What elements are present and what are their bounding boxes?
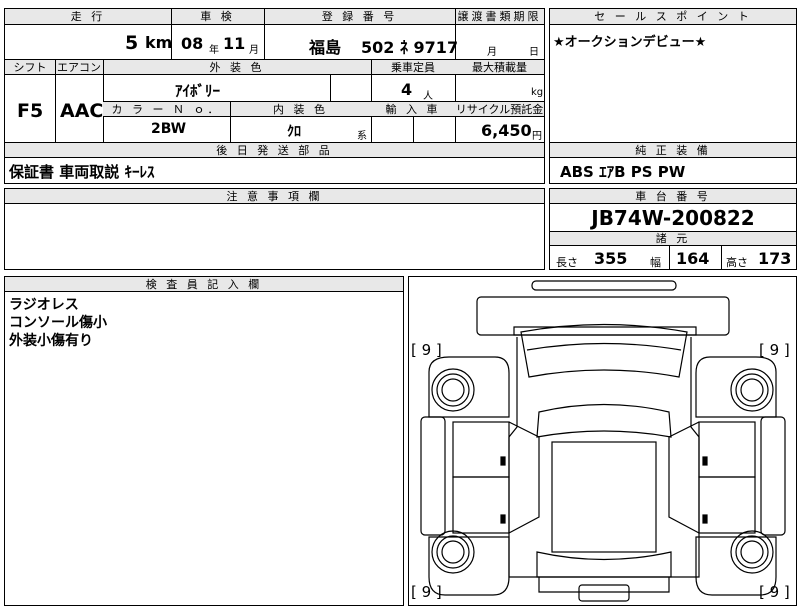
body-outline [508, 337, 700, 578]
left-rear-door [452, 476, 510, 534]
recycle-unit: 円 [532, 131, 542, 142]
chassis-number: JB74W-200822 [591, 206, 755, 230]
car-diagram [420, 280, 786, 602]
inspector-note: コンソール傷小 [9, 315, 107, 331]
year-unit: 年 [209, 45, 219, 56]
plate-number: 502 ﾈ 9717 [361, 38, 459, 57]
sales-point-text: ★オークションデビュー★ [553, 35, 707, 50]
transfer-month: 月 [487, 47, 497, 58]
left-front-door [452, 421, 510, 478]
shift-value: F5 [17, 100, 44, 122]
transfer-day: 日 [529, 47, 539, 58]
height-label: 高さ [726, 256, 748, 269]
tire-front-left [431, 368, 475, 412]
max-load-header: 最大積載量 [455, 60, 544, 75]
load-unit: kg [531, 87, 544, 98]
equipment-header: 純 正 装 備 [550, 143, 796, 158]
equipment-panel: 純 正 装 備 ABS ｴｱB PS PW [549, 142, 797, 184]
sales-point-header: セ ー ル ス ポ イ ン ト [550, 9, 796, 25]
inspector-note: ラジオレス [9, 297, 79, 313]
inspector-note: 外装小傷有り [9, 333, 93, 349]
delivery-parts-panel: 後 日 発 送 部 品 保証書 車両取説 ｷｰﾚｽ [4, 142, 545, 184]
length-label: 長さ [556, 256, 578, 269]
month-unit: 月 [249, 45, 259, 56]
rear-window [536, 551, 672, 578]
interior-suffix: 系 [357, 131, 367, 142]
delivery-parts-text: 保証書 車両取説 ｷｰﾚｽ [9, 163, 155, 181]
import-header: 輸 入 車 [371, 102, 455, 117]
right-front-door [698, 421, 756, 478]
roof [551, 441, 657, 553]
exterior-color-value: ｱｲﾎﾞﾘｰ [175, 82, 221, 100]
tire-front-right [730, 368, 774, 412]
front-panel [520, 323, 688, 378]
transfer-header: 譲渡書類期限 [455, 9, 544, 25]
aircon-value: AAC [60, 100, 104, 122]
plate-header: 登 録 番 号 [264, 9, 455, 25]
inspector-header: 検 査 員 記 入 欄 [5, 277, 403, 292]
windshield [526, 342, 682, 351]
interior-color-value: ｸﾛ [287, 124, 301, 140]
tire-label-front-right: [ 9 ] [759, 341, 790, 359]
interior-color-header: 内 装 色 [230, 102, 371, 117]
width-label: 幅 [650, 256, 661, 269]
color-no-header: カ ラ ー Ｎ ｏ． [103, 102, 230, 117]
capacity-header: 乗車定員 [371, 60, 455, 75]
chassis-header: 車 台 番 号 [550, 189, 796, 204]
height-value: 173 [758, 249, 792, 268]
front-bumper [476, 296, 730, 336]
mileage-header: 走 行 [5, 9, 171, 25]
caution-header: 注 意 事 項 欄 [5, 189, 544, 204]
aircon-header: エアコン [55, 60, 103, 75]
mileage-value: 5 [125, 32, 139, 54]
spare-tire [578, 584, 630, 602]
width-value: 164 [676, 249, 710, 268]
chassis-panel: 車 台 番 号 JB74W-200822 諸 元 長さ 355 幅 164 高さ… [549, 188, 797, 270]
plate-region: 福島 [309, 38, 342, 57]
right-rear-door [698, 476, 756, 534]
mileage-unit: km [145, 33, 173, 52]
vehicle-info-grid: 走 行 車 検 登 録 番 号 譲渡書類期限 5 km 08 年 11 月 福島… [4, 8, 545, 143]
inspection-year: 08 [181, 34, 204, 53]
inspection-month: 11 [223, 34, 246, 53]
exterior-color-header: 外 装 色 [103, 60, 371, 75]
car-diagram-panel: [ 9 ] [ 9 ] [ 9 ] [ 9 ] [408, 276, 797, 606]
left-rocker [420, 416, 446, 536]
roof-rack [531, 280, 677, 291]
inspector-panel: 検 査 員 記 入 欄 ラジオレス コンソール傷小 外装小傷有り [4, 276, 404, 606]
windshield-lower [536, 403, 672, 438]
sales-point-panel: セ ー ル ス ポ イ ン ト ★オークションデビュー★ [549, 8, 797, 143]
tire-label-rear-right: [ 9 ] [759, 583, 790, 601]
caution-panel: 注 意 事 項 欄 [4, 188, 545, 270]
spec-header: 諸 元 [550, 232, 796, 246]
tire-label-front-left: [ 9 ] [411, 341, 442, 359]
capacity-value: 4 [401, 80, 413, 99]
recycle-header: リサイクル預託金 [455, 102, 544, 117]
delivery-parts-header: 後 日 発 送 部 品 [5, 143, 544, 158]
capacity-unit: 人 [423, 91, 433, 102]
recycle-value: 6,450 [481, 121, 532, 140]
shift-header: シフト [5, 60, 55, 75]
inspection-header: 車 検 [171, 9, 264, 25]
length-value: 355 [594, 249, 628, 268]
equipment-text: ABS ｴｱB PS PW [560, 163, 686, 181]
color-no-value: 2BW [151, 121, 187, 137]
right-rocker [760, 416, 786, 536]
tire-label-rear-left: [ 9 ] [411, 583, 442, 601]
